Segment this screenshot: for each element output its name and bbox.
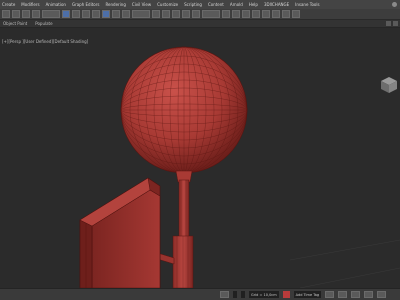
ribbon-minimize-icon[interactable] (386, 21, 391, 26)
redo-button[interactable] (12, 10, 20, 18)
zoom-icon[interactable] (351, 291, 361, 298)
grid-lines (289, 239, 400, 288)
mirror-button[interactable] (222, 10, 230, 18)
menu-arnold[interactable]: Arnold (230, 2, 243, 7)
percent-snap-button[interactable] (182, 10, 190, 18)
scale-button[interactable] (122, 10, 130, 18)
menu-rendering[interactable]: Rendering (105, 2, 125, 7)
next-frame-button[interactable] (338, 291, 348, 298)
menu-insane-tools[interactable]: Insane Tools (295, 2, 319, 7)
perspective-viewport[interactable] (0, 30, 400, 288)
selection-filter-dropdown[interactable] (42, 10, 60, 18)
menu-animation[interactable]: Animation (46, 2, 66, 7)
layer-explorer-button[interactable] (242, 10, 250, 18)
unlink-button[interactable] (32, 10, 40, 18)
menu-modifiers[interactable]: Modifiers (21, 2, 39, 7)
pole-mesh (172, 179, 194, 288)
menu-customize[interactable]: Customize (157, 2, 178, 7)
y-coord-field[interactable] (241, 291, 245, 298)
wall-plate-mesh (79, 177, 161, 288)
link-button[interactable] (22, 10, 30, 18)
spinner-snap-button[interactable] (192, 10, 200, 18)
lock-selection-icon[interactable] (220, 291, 229, 298)
status-bar: Grid = 10,0cm Add Time Tag (0, 288, 400, 300)
user-icon[interactable] (392, 2, 397, 7)
pivot-button[interactable] (152, 10, 160, 18)
rectangle-selection-button[interactable] (82, 10, 90, 18)
align-button[interactable] (232, 10, 240, 18)
menu-content[interactable]: Content (208, 2, 224, 7)
menu-graph-editors[interactable]: Graph Editors (72, 2, 99, 7)
viewport-label[interactable]: [+][Persp ][User Defined][Default Shadin… (2, 39, 88, 44)
curve-editor-button[interactable] (252, 10, 260, 18)
ribbon-tabs: Object Paint Populate (0, 20, 400, 28)
pan-icon[interactable] (364, 291, 374, 298)
x-coord-field[interactable] (233, 291, 237, 298)
move-button[interactable] (102, 10, 110, 18)
menu-create[interactable]: Create (2, 2, 15, 7)
menu-3dxchange[interactable]: 3DXCHANGE (264, 2, 289, 7)
render-setup-button[interactable] (272, 10, 280, 18)
tab-populate[interactable]: Populate (35, 21, 52, 26)
play-button[interactable] (325, 291, 335, 298)
named-selection-dropdown[interactable] (202, 10, 220, 18)
main-toolbar (0, 9, 400, 20)
material-editor-button[interactable] (262, 10, 270, 18)
ribbon-options-icon[interactable] (393, 21, 398, 26)
angle-snap-button[interactable] (172, 10, 180, 18)
render-button[interactable] (292, 10, 300, 18)
window-crossing-button[interactable] (92, 10, 100, 18)
select-object-button[interactable] (62, 10, 70, 18)
viewcube-icon[interactable] (380, 76, 398, 94)
add-time-tag-button[interactable]: Add Time Tag (293, 291, 322, 298)
render-frame-button[interactable] (282, 10, 290, 18)
snap-toggle-button[interactable] (162, 10, 170, 18)
rotate-button[interactable] (112, 10, 120, 18)
tab-object-paint[interactable]: Object Paint (3, 21, 27, 26)
scene-render (79, 46, 400, 288)
sphere-mesh (120, 46, 248, 174)
reference-coordinate-dropdown[interactable] (132, 10, 150, 18)
menu-civil-view[interactable]: Civil View (132, 2, 151, 7)
auto-key-button[interactable] (282, 291, 290, 298)
menu-help[interactable]: Help (249, 2, 258, 7)
grid-readout: Grid = 10,0cm (249, 291, 279, 298)
undo-button[interactable] (2, 10, 10, 18)
orbit-icon[interactable] (377, 291, 387, 298)
menu-scripting[interactable]: Scripting (184, 2, 202, 7)
menu-bar: Create Modifiers Animation Graph Editors… (0, 0, 400, 9)
select-by-name-button[interactable] (72, 10, 80, 18)
ribbon-controls (386, 21, 398, 26)
